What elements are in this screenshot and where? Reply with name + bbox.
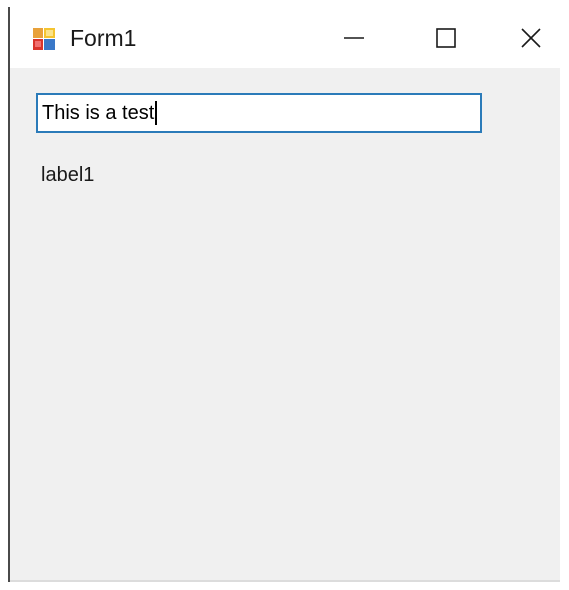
- app-icon[interactable]: [32, 27, 56, 51]
- maximize-icon: [436, 27, 456, 48]
- title-bar[interactable]: Form1: [10, 7, 560, 68]
- form-client-area: This is a test label1: [10, 68, 560, 582]
- minimize-button[interactable]: [319, 7, 389, 68]
- text-input-value: This is a test: [42, 101, 155, 124]
- label1: label1: [41, 164, 95, 186]
- close-icon: [521, 27, 541, 48]
- window-title: Form1: [70, 25, 137, 51]
- form1-window: Form1 This is a test label1: [8, 7, 560, 582]
- maximize-button[interactable]: [411, 7, 481, 68]
- close-button[interactable]: [502, 7, 560, 68]
- minimize-icon: [344, 36, 364, 39]
- text-input[interactable]: This is a test: [36, 93, 482, 133]
- window-bottom-border: [10, 580, 560, 582]
- text-caret: [155, 101, 158, 125]
